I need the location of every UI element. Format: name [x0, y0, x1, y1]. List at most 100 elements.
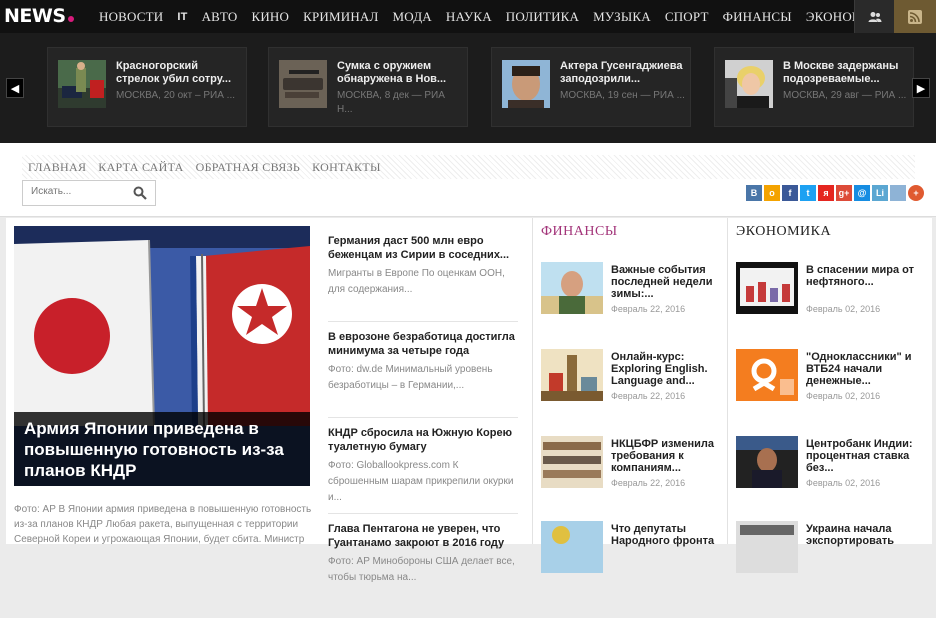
slide-meta: МОСКВА, 20 окт – РИА ...	[116, 90, 236, 101]
economy-item-title[interactable]: Украина начала экспортировать	[806, 523, 916, 547]
share-buttons: В o f t я g+ @ Li +	[746, 185, 924, 201]
slider-item[interactable]: Красногорский стрелок убил сотру... МОСК…	[47, 47, 247, 127]
site-logo[interactable]: NEWS	[4, 5, 74, 27]
economy-item-title[interactable]: "Одноклассники" и ВТБ24 начали денежные.…	[806, 351, 916, 387]
slide-thumbnail	[725, 60, 773, 108]
economy-item[interactable]: Центробанк Индии: процентная ставка без.…	[736, 436, 926, 496]
list-item[interactable]: Германия даст 500 млн евро беженцам из С…	[328, 234, 518, 322]
nav-item-finance[interactable]: ФИНАНСЫ	[716, 9, 799, 25]
slide-thumbnail	[58, 60, 106, 108]
ok-icon[interactable]: o	[764, 185, 780, 201]
economy-item-date: Февраль 02, 2016	[806, 304, 881, 314]
economy-item[interactable]: "Одноклассники" и ВТБ24 начали денежные.…	[736, 349, 926, 409]
users-icon	[868, 11, 881, 22]
gplus-icon[interactable]: g+	[836, 185, 852, 201]
nav-item-crime[interactable]: КРИМИНАЛ	[296, 9, 385, 25]
main-nav: НОВОСТИ IT АВТО КИНО КРИМИНАЛ МОДА НАУКА…	[92, 0, 899, 33]
finance-item[interactable]: Онлайн-курс: Exploring English. Language…	[541, 349, 731, 409]
slider-item[interactable]: В Москве задержаны подозреваемые... МОСК…	[714, 47, 914, 127]
search-input[interactable]	[31, 186, 127, 197]
economy-item-title[interactable]: В спасении мира от нефтяного...	[806, 264, 916, 288]
nav-item-it[interactable]: IT	[170, 11, 194, 23]
rss-icon	[908, 9, 922, 24]
list-item-title[interactable]: КНДР сбросила на Южную Корею туалетную б…	[328, 426, 518, 454]
list-item[interactable]: КНДР сбросила на Южную Корею туалетную б…	[328, 426, 518, 514]
nav-item-science[interactable]: НАУКА	[439, 9, 499, 25]
economy-item[interactable]: Украина начала экспортировать	[736, 521, 926, 581]
economy-thumbnail	[736, 349, 798, 401]
list-item-excerpt: Мигранты в Европе По оценкам ООН, для со…	[328, 268, 505, 295]
secondary-bar: ГЛАВНАЯ КАРТА САЙТА ОБРАТНАЯ СВЯЗЬ КОНТА…	[0, 143, 936, 217]
nav-item-fashion[interactable]: МОДА	[386, 9, 439, 25]
list-item-title[interactable]: Глава Пентагона не уверен, что Гуантанам…	[328, 522, 518, 550]
slide-title: Актера Гусенгаджиева заподозрили...	[560, 60, 683, 85]
slide-title: Красногорский стрелок убил сотру...	[116, 60, 232, 85]
slider-item[interactable]: Сумка с оружием обнаружена в Нов... МОСК…	[268, 47, 468, 127]
secondary-nav: ГЛАВНАЯ КАРТА САЙТА ОБРАТНАЯ СВЯЗЬ КОНТА…	[22, 155, 915, 179]
slide-thumbnail	[502, 60, 550, 108]
economy-thumbnail	[736, 436, 798, 488]
top-bar: NEWS НОВОСТИ IT АВТО КИНО КРИМИНАЛ МОДА …	[0, 0, 936, 33]
finance-item[interactable]: НКЦБФР изменила требования к компаниям..…	[541, 436, 731, 496]
economy-thumbnail	[736, 262, 798, 314]
economy-item-date: Февраль 02, 2016	[806, 391, 881, 401]
slide-title: В Москве задержаны подозреваемые...	[783, 60, 899, 85]
user-button[interactable]	[854, 0, 894, 33]
list-item-excerpt: Фото: Globallookpress.com К сброшенным ш…	[328, 460, 514, 503]
featured-excerpt: Фото: AP В Японии армия приведена в повы…	[14, 504, 312, 545]
list-item-excerpt: Фото: dw.de Минимальный уровень безработ…	[328, 364, 493, 391]
economy-item[interactable]: В спасении мира от нефтяного... Февраль …	[736, 262, 926, 322]
vk-icon[interactable]: В	[746, 185, 762, 201]
list-item[interactable]: Глава Пентагона не уверен, что Гуантанам…	[328, 522, 518, 610]
finance-item-date: Февраль 22, 2016	[611, 391, 686, 401]
rss-button[interactable]	[894, 0, 936, 33]
featured-article[interactable]: Армия Японии приведена в повышенную гото…	[14, 226, 310, 486]
facebook-icon[interactable]: f	[782, 185, 798, 201]
slider-next-button[interactable]: ▶	[912, 78, 930, 98]
finance-thumbnail	[541, 262, 603, 314]
nav-item-cinema[interactable]: КИНО	[244, 9, 296, 25]
news-slider: ◀ Красногорский стрелок убил сотру... МО…	[0, 33, 936, 143]
nav-item-music[interactable]: МУЗЫКА	[586, 9, 658, 25]
slide-meta: МОСКВА, 8 дек — РИА Н...	[337, 90, 445, 115]
slide-meta: МОСКВА, 29 авг — РИА ...	[783, 90, 907, 101]
subnav-contacts[interactable]: КОНТАКТЫ	[306, 160, 387, 175]
featured-title[interactable]: Армия Японии приведена в повышенную гото…	[14, 412, 310, 486]
finance-item-title[interactable]: Важные события последней недели зимы:...	[611, 264, 721, 300]
nav-item-sport[interactable]: СПОРТ	[658, 9, 716, 25]
finance-column: ФИНАНСЫ Важные события последней недели …	[532, 218, 727, 573]
twitter-icon[interactable]: t	[800, 185, 816, 201]
finance-item[interactable]: Что депутаты Народного фронта	[541, 521, 731, 581]
subnav-home[interactable]: ГЛАВНАЯ	[22, 160, 92, 175]
livejournal-icon[interactable]: Li	[872, 185, 888, 201]
chevron-left-icon: ◀	[10, 82, 20, 95]
yandex-icon[interactable]: я	[818, 185, 834, 201]
bookmark-icon[interactable]	[890, 185, 906, 201]
subnav-feedback[interactable]: ОБРАТНАЯ СВЯЗЬ	[190, 160, 307, 175]
subnav-sitemap[interactable]: КАРТА САЙТА	[92, 160, 189, 175]
finance-item-title[interactable]: Что депутаты Народного фронта	[611, 523, 721, 547]
finance-heading[interactable]: ФИНАНСЫ	[541, 224, 618, 240]
mail-icon[interactable]: @	[854, 185, 870, 201]
slider-prev-button[interactable]: ◀	[6, 78, 24, 98]
economy-thumbnail	[736, 521, 798, 573]
nav-item-politics[interactable]: ПОЛИТИКА	[499, 9, 586, 25]
nav-item-auto[interactable]: АВТО	[195, 9, 245, 25]
economy-heading[interactable]: ЭКОНОМИКА	[736, 224, 831, 240]
slide-title: Сумка с оружием обнаружена в Нов...	[337, 60, 447, 85]
nav-item-news[interactable]: НОВОСТИ	[92, 9, 170, 25]
list-item[interactable]: В еврозоне безработица достигла минимума…	[328, 330, 518, 418]
more-icon[interactable]: +	[908, 185, 924, 201]
slider-item[interactable]: Актера Гусенгаджиева заподозрили... МОСК…	[491, 47, 691, 127]
finance-item[interactable]: Важные события последней недели зимы:...…	[541, 262, 731, 322]
finance-item-title[interactable]: НКЦБФР изменила требования к компаниям..…	[611, 438, 721, 474]
economy-column: ЭКОНОМИКА В спасении мира от нефтяного..…	[727, 218, 932, 573]
finance-item-title[interactable]: Онлайн-курс: Exploring English. Language…	[611, 351, 721, 387]
economy-item-title[interactable]: Центробанк Индии: процентная ставка без.…	[806, 438, 916, 474]
search-box	[22, 180, 156, 206]
list-item-title[interactable]: В еврозоне безработица достигла минимума…	[328, 330, 518, 358]
chevron-right-icon: ▶	[916, 82, 926, 95]
list-item-title[interactable]: Германия даст 500 млн евро беженцам из С…	[328, 234, 518, 262]
search-icon[interactable]	[133, 186, 147, 200]
logo-dot	[67, 16, 74, 22]
